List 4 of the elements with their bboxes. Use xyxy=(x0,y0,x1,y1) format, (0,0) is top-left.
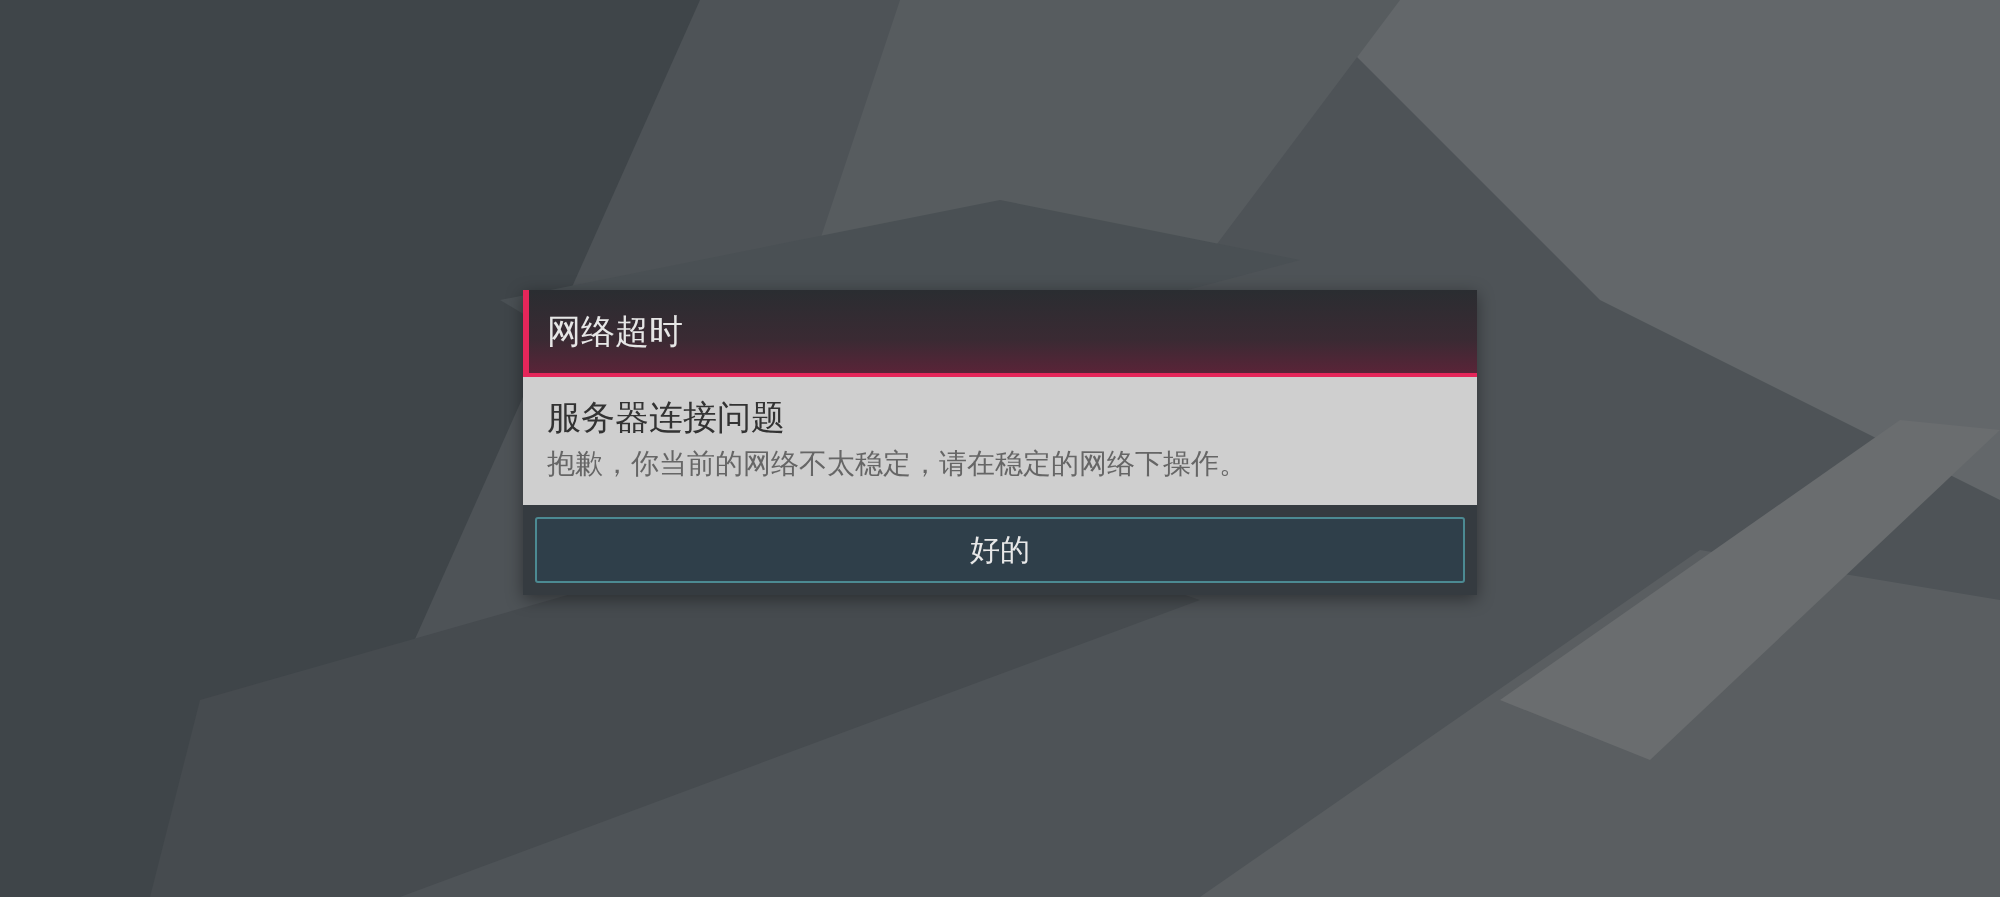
ok-button[interactable]: 好的 xyxy=(535,517,1465,583)
message-heading: 服务器连接问题 xyxy=(547,396,786,439)
message-text: 抱歉，你当前的网络不太稳定，请在稳定的网络下操作。 xyxy=(547,446,1248,482)
dialog-title: 网络超时 xyxy=(547,309,683,353)
